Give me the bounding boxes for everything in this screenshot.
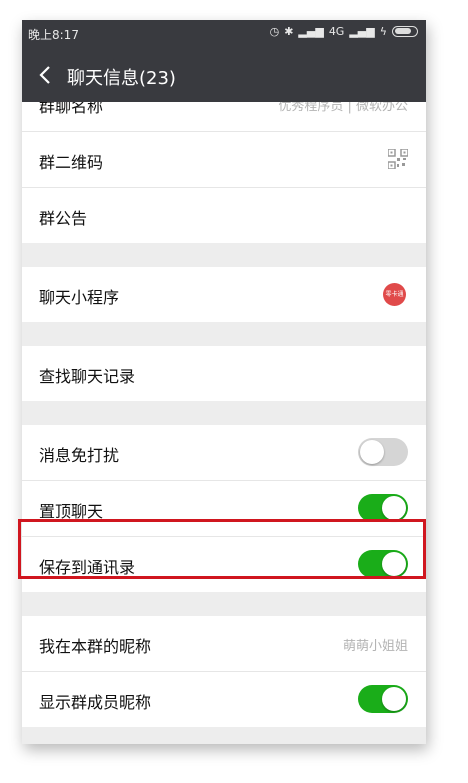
network-type: 4G — [328, 25, 345, 38]
highlight-box — [18, 519, 426, 579]
signal-icon-2: ▂▄▆ — [349, 25, 375, 38]
qrcode-icon — [388, 149, 408, 169]
status-time: 晚上8:17 — [28, 28, 79, 42]
my-nickname-value: 萌萌小姐姐 — [342, 639, 408, 654]
notice-row[interactable]: 群公告 — [22, 188, 426, 243]
divider — [22, 727, 426, 744]
divider — [22, 401, 426, 425]
mute-toggle[interactable] — [358, 438, 408, 466]
toggle-knob — [382, 496, 406, 520]
my-nickname-label: 我在本群的昵称 — [39, 637, 152, 656]
bluetooth-icon: ✱ — [284, 25, 294, 38]
battery-icon — [392, 26, 418, 37]
my-nickname-row[interactable]: 我在本群的昵称 萌萌小姐姐 — [22, 616, 426, 672]
search-section: 查找聊天记录 — [22, 346, 426, 401]
alarm-icon: ◷ — [269, 25, 280, 38]
show-nickname-label: 显示群成员昵称 — [39, 693, 152, 712]
signal-icon: ▂▄▆ — [298, 25, 324, 38]
show-nickname-toggle[interactable] — [358, 685, 408, 713]
mute-row: 消息免打扰 — [22, 425, 426, 481]
divider — [22, 592, 426, 616]
divider — [22, 322, 426, 346]
qrcode-label: 群二维码 — [39, 153, 104, 172]
search-history-row[interactable]: 查找聊天记录 — [22, 346, 426, 401]
notice-label: 群公告 — [39, 209, 88, 228]
qrcode-row[interactable]: 群二维码 — [22, 132, 426, 188]
miniprogram-icon: 零卡通 — [383, 283, 406, 306]
miniprogram-row[interactable]: 聊天小程序 零卡通 — [22, 267, 426, 322]
mute-label: 消息免打扰 — [39, 446, 120, 465]
nav-bar: 聊天信息(23) — [22, 48, 426, 102]
phone-screen: 晚上8:17 ◷ ✱ ▂▄▆ 4G ▂▄▆ ϟ 聊天信息(23) 群聊名称 优秀… — [22, 20, 426, 744]
nickname-section: 我在本群的昵称 萌萌小姐姐 显示群成员昵称 — [22, 616, 426, 727]
settings-list: 群聊名称 优秀程序员 | 微软办公 群二维码 群公告 聊天小程序 零卡通 查找聊… — [22, 76, 426, 744]
back-icon[interactable] — [34, 63, 58, 87]
toggle-knob — [382, 687, 406, 711]
pin-toggle[interactable] — [358, 494, 408, 522]
search-history-label: 查找聊天记录 — [39, 367, 136, 386]
toggle-knob — [360, 440, 384, 464]
status-bar: 晚上8:17 ◷ ✱ ▂▄▆ 4G ▂▄▆ ϟ — [22, 20, 426, 48]
miniprogram-section: 聊天小程序 零卡通 — [22, 267, 426, 322]
miniprogram-label: 聊天小程序 — [39, 288, 120, 307]
divider — [22, 243, 426, 267]
show-nickname-row: 显示群成员昵称 — [22, 672, 426, 727]
charging-icon: ϟ — [379, 25, 387, 38]
page-title: 聊天信息(23) — [67, 68, 176, 89]
status-icons: ◷ ✱ ▂▄▆ 4G ▂▄▆ ϟ — [270, 25, 418, 38]
